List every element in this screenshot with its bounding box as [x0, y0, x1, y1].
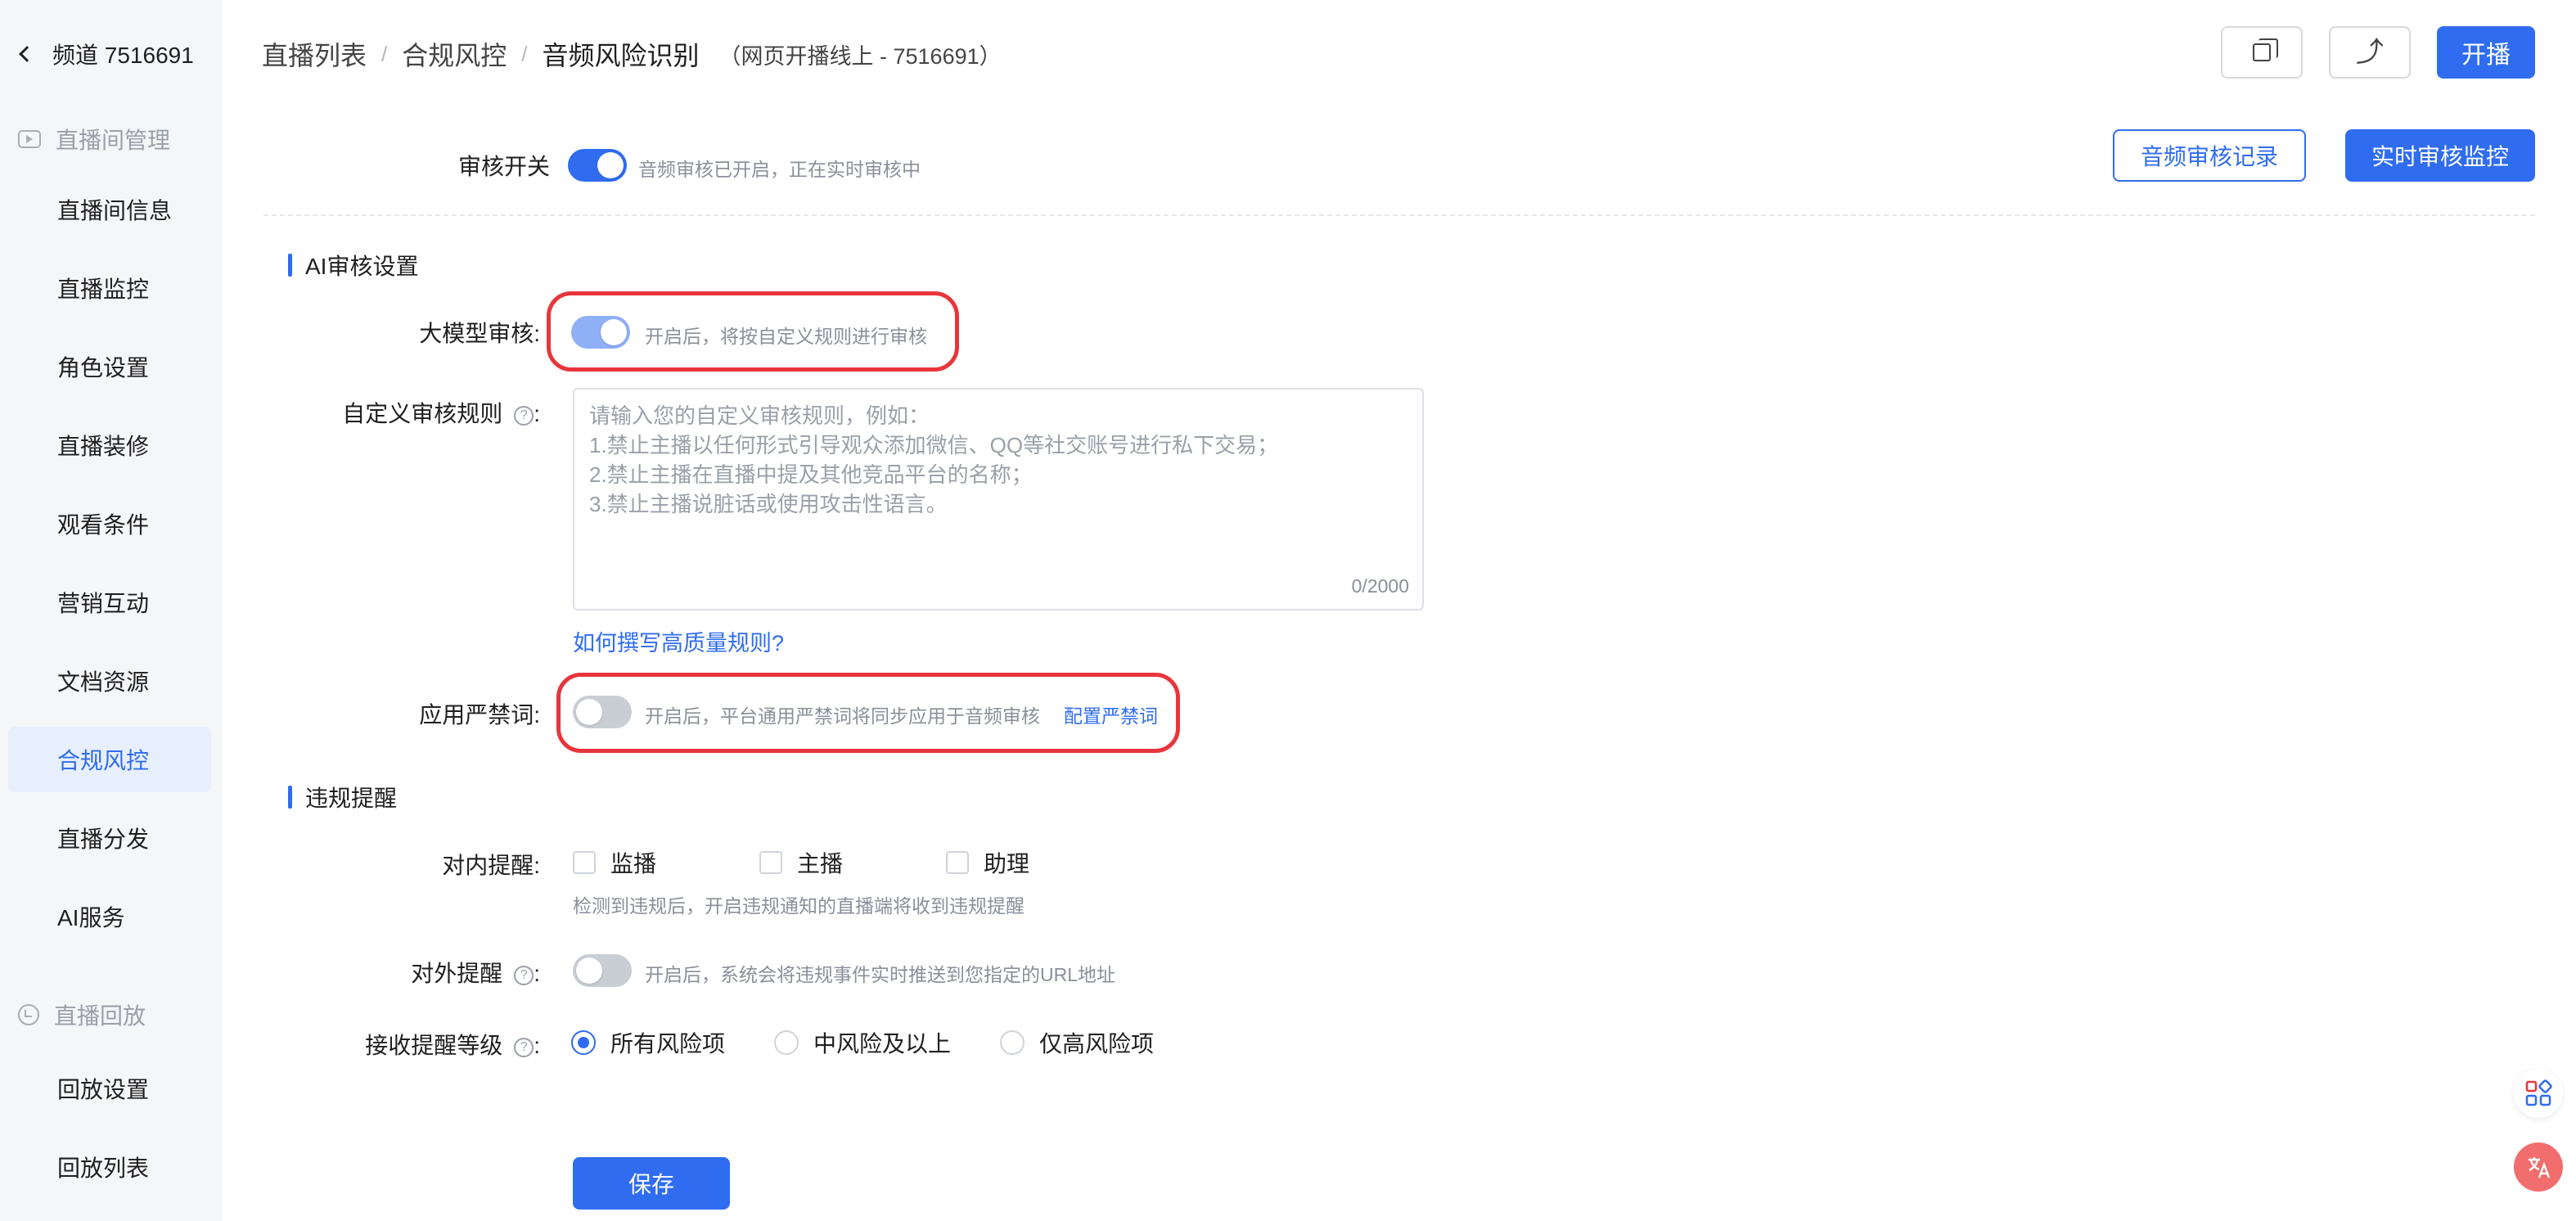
checkbox-assistant[interactable]: 助理 — [946, 846, 1029, 879]
sidebar-item-ai-service[interactable]: AI服务 — [8, 884, 211, 949]
checkbox-box[interactable] — [759, 851, 782, 874]
checkbox-label: 助理 — [984, 851, 1030, 876]
page-subtitle: （网页开播线上 - 7516691） — [718, 43, 1002, 69]
sidebar-item-distribution[interactable]: 直播分发 — [8, 805, 211, 871]
replay-icon — [18, 1004, 39, 1025]
llm-audit-toggle[interactable] — [571, 316, 630, 349]
breadcrumb-current: 音频风险识别 — [542, 41, 700, 70]
sidebar-group-live: 直播间管理 — [18, 124, 170, 154]
radio-dot[interactable] — [1000, 1030, 1025, 1055]
llm-audit-hint: 开启后，将按自定义规则进行审核 — [645, 326, 927, 347]
live-room-icon — [18, 130, 41, 148]
banned-words-hint: 开启后，平台通用严禁词将同步应用于音频审核 — [645, 705, 1040, 727]
start-live-button[interactable]: 开播 — [2437, 26, 2535, 79]
radio-label: 仅高风险项 — [1039, 1031, 1155, 1057]
toggle-knob — [597, 152, 624, 178]
translate-icon — [2529, 1157, 2551, 1178]
breadcrumb-separator: / — [381, 41, 388, 66]
char-counter: 0/2000 — [1351, 575, 1409, 597]
channel-title: 频道 7516691 — [52, 43, 194, 68]
sidebar-group-replay: 直播回放 — [18, 1000, 146, 1030]
banned-words-toggle[interactable] — [573, 696, 632, 728]
rules-help-link[interactable]: 如何撰写高质量规则? — [573, 625, 784, 657]
radio-all-risks[interactable]: 所有风险项 — [571, 1026, 725, 1059]
sidebar-item-replay-settings[interactable]: 回放设置 — [8, 1056, 211, 1121]
audit-switch-label: 审核开关 — [457, 154, 550, 179]
share-button[interactable]: ⤴ — [2329, 26, 2411, 79]
breadcrumb-separator: / — [521, 41, 528, 66]
toggle-knob — [576, 957, 602, 984]
share-icon: ⤴ — [2356, 37, 2384, 68]
sidebar-item-compliance[interactable]: 合规风控 — [8, 727, 211, 792]
custom-rules-placeholder: 请输入您的自定义审核规则，例如： 1.禁止主播以任何形式引导观众添加微信、QQ等… — [589, 403, 1279, 516]
label-colon: : — [534, 1033, 540, 1058]
checkbox-monitor[interactable]: 监播 — [573, 846, 656, 879]
external-alert-hint: 开启后，系统会将违规事件实时推送到您指定的URL地址 — [645, 964, 1116, 985]
radio-high-only[interactable]: 仅高风险项 — [1000, 1026, 1154, 1059]
radio-label: 所有风险项 — [610, 1031, 726, 1057]
custom-rules-label-text: 自定义审核规则 — [342, 401, 503, 426]
breadcrumb-live-list[interactable]: 直播列表 — [262, 35, 367, 73]
label-colon: : — [534, 401, 540, 426]
sidebar-item-role-settings[interactable]: 角色设置 — [8, 334, 211, 399]
sidebar-item-live-monitor[interactable]: 直播监控 — [8, 255, 211, 321]
help-icon[interactable]: ? — [514, 1037, 534, 1057]
help-icon[interactable]: ? — [514, 965, 534, 985]
help-icon[interactable]: ? — [514, 405, 534, 426]
divider — [263, 214, 2535, 216]
sidebar-item-replay-list[interactable]: 回放列表 — [8, 1134, 211, 1200]
sidebar-item-room-info[interactable]: 直播间信息 — [8, 177, 211, 242]
checkbox-label: 主播 — [797, 851, 844, 876]
audit-switch-toggle[interactable] — [568, 149, 627, 182]
breadcrumb-compliance[interactable]: 合规风控 — [402, 35, 507, 73]
chevron-left-icon[interactable] — [19, 46, 35, 62]
internal-alert-hint: 检测到违规后，开启违规通知的直播端将收到违规提醒 — [573, 895, 1025, 917]
custom-rules-textarea[interactable]: 请输入您的自定义审核规则，例如： 1.禁止主播以任何形式引导观众添加微信、QQ等… — [573, 388, 1424, 610]
checkbox-box[interactable] — [573, 851, 596, 874]
sidebar-item-decoration[interactable]: 直播装修 — [8, 412, 211, 478]
sidebar: 频道 7516691 直播间管理 直播间信息 直播监控 角色设置 直播装修 观看… — [0, 0, 223, 1221]
alert-level-label-text: 接收提醒等级 — [365, 1033, 503, 1058]
internal-alert-label: 对内提醒: — [442, 853, 540, 878]
custom-rules-label: 自定义审核规则?: — [295, 396, 540, 429]
save-button[interactable]: 保存 — [573, 1157, 730, 1210]
section-title-violation: 违规提醒 — [288, 782, 397, 812]
checkbox-label: 监播 — [610, 851, 657, 876]
sidebar-item-marketing[interactable]: 营销互动 — [8, 570, 211, 635]
external-alert-label-text: 对外提醒 — [411, 961, 503, 986]
sidebar-group-label: 直播回放 — [54, 1003, 146, 1029]
banned-words-label: 应用严禁词: — [419, 702, 540, 728]
sidebar-header[interactable]: 频道 7516691 — [15, 36, 194, 72]
breadcrumb: 直播列表 / 合规风控 / 音频风险识别 （网页开播线上 - 7516691） — [262, 36, 1002, 72]
audit-switch-hint: 音频审核已开启，正在实时审核中 — [638, 159, 921, 180]
sidebar-group-label: 直播间管理 — [56, 128, 171, 153]
sidebar-item-documents[interactable]: 文档资源 — [8, 648, 211, 714]
radio-dot[interactable] — [571, 1030, 596, 1055]
alert-level-label: 接收提醒等级?: — [295, 1028, 540, 1061]
configure-banned-words-link[interactable]: 配置严禁词 — [1064, 701, 1158, 728]
radio-label: 中风险及以上 — [813, 1031, 952, 1057]
sidebar-item-view-conditions[interactable]: 观看条件 — [8, 491, 211, 556]
radio-dot[interactable] — [774, 1030, 799, 1055]
copy-button[interactable] — [2221, 26, 2303, 79]
checkbox-box[interactable] — [946, 851, 969, 874]
toggle-knob — [576, 699, 602, 725]
external-alert-toggle[interactable] — [573, 954, 632, 987]
copy-icon — [2253, 38, 2278, 61]
apps-grid-button[interactable] — [2514, 1069, 2563, 1118]
audio-records-button[interactable]: 音频审核记录 — [2113, 129, 2306, 182]
external-alert-label: 对外提醒?: — [311, 956, 540, 989]
toggle-knob — [601, 319, 627, 345]
translate-button[interactable] — [2514, 1142, 2563, 1192]
label-colon: : — [534, 961, 540, 986]
radio-medium-and-above[interactable]: 中风险及以上 — [774, 1026, 951, 1059]
realtime-monitor-button[interactable]: 实时审核监控 — [2345, 129, 2535, 182]
checkbox-anchor[interactable]: 主播 — [759, 846, 843, 879]
llm-audit-label: 大模型审核: — [419, 321, 540, 346]
section-title-ai: AI审核设置 — [288, 250, 418, 280]
apps-grid-icon — [2525, 1079, 2552, 1106]
